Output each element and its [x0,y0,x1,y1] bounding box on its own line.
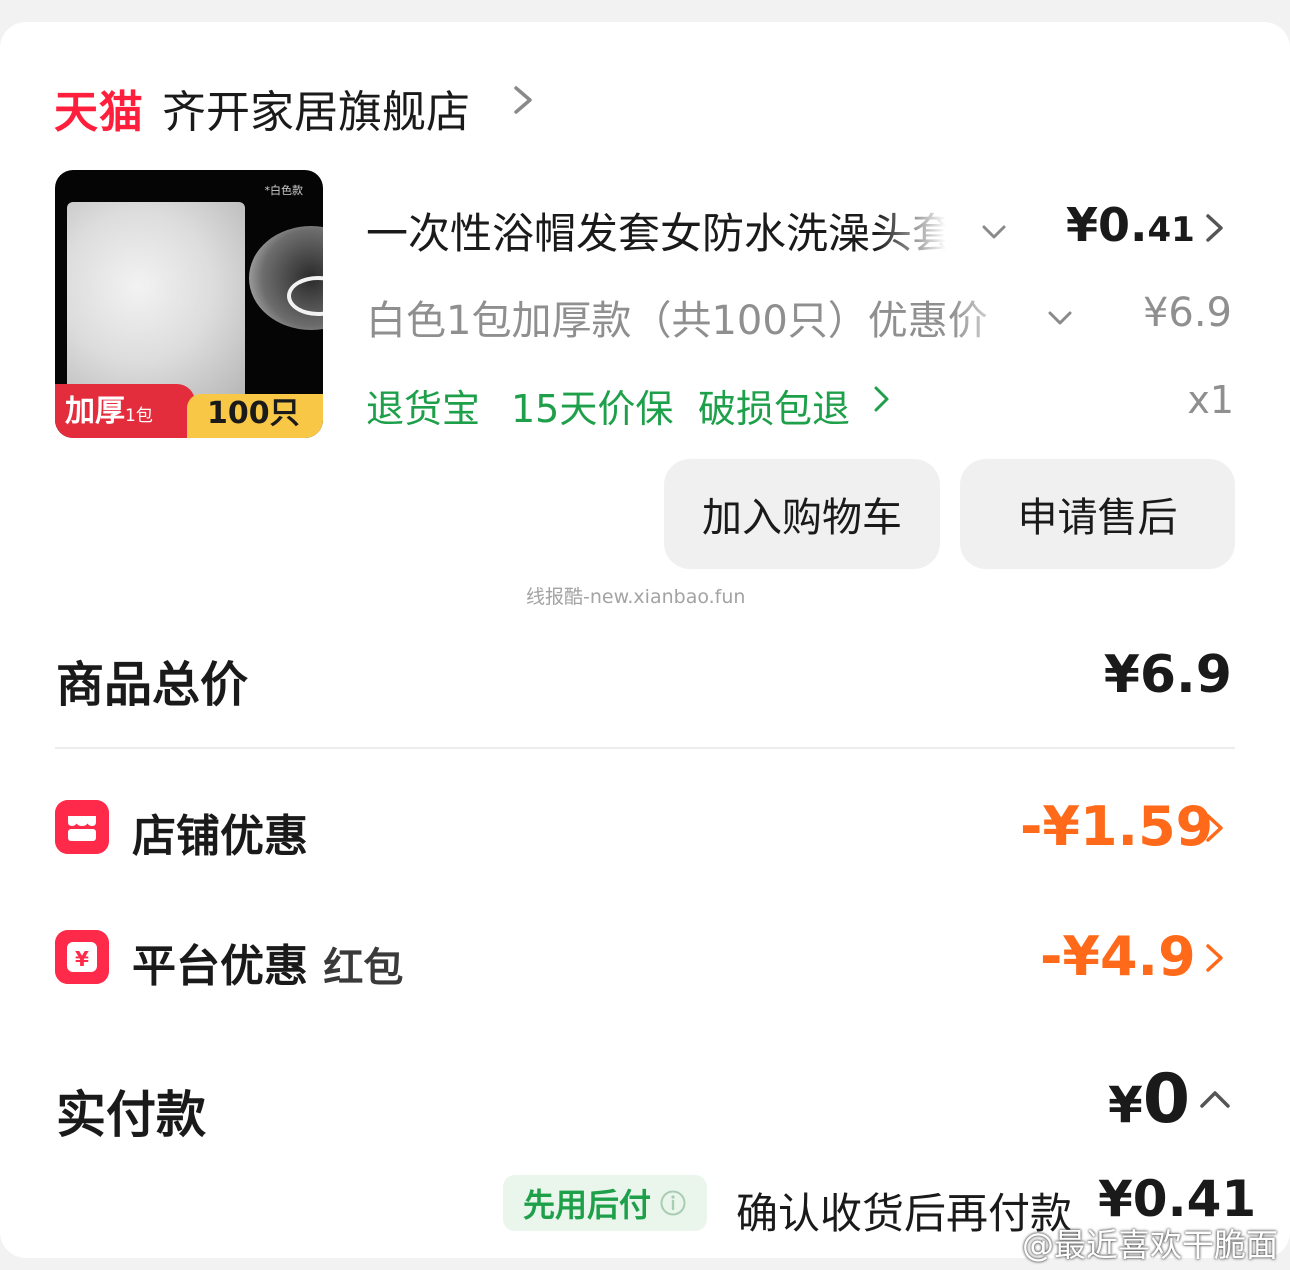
spec-chevron-down-icon[interactable] [1043,306,1077,330]
store-name[interactable]: 齐开家居旗舰店 [162,76,470,140]
summary-divider [55,747,1235,749]
product-title[interactable]: 一次性浴帽发套女防水洗澡头套 [366,200,946,261]
thumbnail-thick-label: 加厚1包 [65,394,153,429]
actual-payment-value: ¥0 [1108,1060,1191,1139]
store-discount-label: 店铺优惠 [132,811,308,862]
store-discount-value[interactable]: -¥1.59 [1020,795,1213,858]
service-chevron-right-icon[interactable] [868,380,894,418]
title-chevron-down-icon[interactable] [977,220,1011,244]
service-tag-return-insurance[interactable]: 退货宝 [366,378,480,433]
product-thumbnail[interactable]: *白色款 加厚1包 100只 [55,170,323,438]
actual-payment-label: 实付款 [56,1086,206,1144]
payment-chevron-up-icon[interactable] [1196,1084,1234,1114]
store-coupon-icon [55,800,109,854]
platform-discount-value[interactable]: -¥4.9 [1040,925,1196,988]
watermark-text: 线报酷-new.xianbao.fun [526,586,746,608]
red-packet-icon: ¥ [55,930,109,984]
platform-discount-chevron-right-icon[interactable] [1199,938,1229,978]
platform-discount-sub: 红包 [323,945,404,991]
store-chevron-right-icon[interactable] [506,80,542,120]
tmall-logo: 天猫 [54,87,144,138]
pay-later-badge[interactable]: 先用后付 [503,1175,707,1231]
product-original-price: ¥6.9 [1142,290,1232,336]
service-tag-damage-return[interactable]: 破损包退 [698,378,850,433]
pay-later-text: 先用后付 [522,1186,651,1224]
svg-text:¥: ¥ [75,947,89,971]
thumbnail-count-label: 100只 [207,396,300,431]
info-icon[interactable] [659,1189,687,1217]
platform-discount-label: 平台优惠 红包 [132,941,404,992]
price-chevron-right-icon[interactable] [1199,208,1229,248]
goods-total-value: ¥6.9 [1103,645,1232,705]
add-to-cart-button[interactable]: 加入购物车 [664,459,940,569]
apply-after-sales-button[interactable]: 申请售后 [960,459,1235,569]
product-spec[interactable]: 白色1包加厚款（共100只）优惠价 [366,288,1016,346]
store-discount-chevron-right-icon[interactable] [1199,808,1229,848]
weibo-watermark: @最近喜欢干脆面 [1021,1226,1278,1264]
service-tag-price-protect[interactable]: 15天价保 [511,378,673,433]
thumbnail-color-tag: *白色款 [264,184,304,197]
goods-total-label: 商品总价 [56,657,249,713]
product-quantity: x1 [1187,378,1234,422]
shower-cap-pack-image [67,202,245,414]
product-paid-price: ¥0.41 [1066,198,1195,252]
